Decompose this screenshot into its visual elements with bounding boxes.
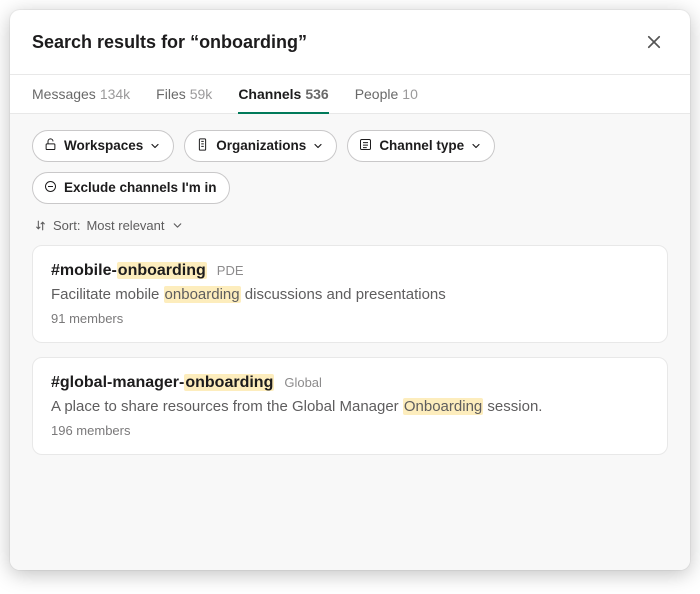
close-button[interactable] [640,28,668,56]
channel-description: A place to share resources from the Glob… [51,396,649,417]
tab-label: Files [156,86,186,102]
sort-dropdown[interactable]: Sort: Most relevant [34,218,666,233]
channel-members: 91 members [51,311,649,326]
channel-description: Facilitate mobile onboarding discussions… [51,284,649,305]
tab-files[interactable]: Files 59k [156,75,212,114]
tab-count: 59k [190,86,213,102]
channel-title-row: #global-manager-onboarding Global [51,374,649,392]
tab-count: 10 [402,86,418,102]
tab-label: People [355,86,399,102]
channel-members: 196 members [51,423,649,438]
tab-label: Channels [238,86,301,102]
filter-channel-type[interactable]: Channel type [347,130,495,162]
tab-count: 134k [100,86,130,102]
filter-label: Workspaces [64,139,143,153]
channel-suffix: Global [284,375,322,390]
filter-label: Exclude channels I'm in [64,181,217,195]
channel-name: #mobile-onboarding [51,262,207,280]
filter-label: Channel type [379,139,464,153]
channel-title-row: #mobile-onboarding PDE [51,262,649,280]
sort-value: Most relevant [86,218,164,233]
workspaces-icon [43,137,58,155]
filter-organizations[interactable]: Organizations [184,130,337,162]
chevron-down-icon [149,140,161,152]
channel-result[interactable]: #global-manager-onboarding Global A place … [32,357,668,455]
page-title: Search results for “onboarding” [32,32,307,53]
channel-name: #global-manager-onboarding [51,374,274,392]
chevron-down-icon [312,140,324,152]
filter-chips: Workspaces Organizations Channel type Exclu… [32,130,668,204]
tab-messages[interactable]: Messages 134k [32,75,130,114]
tab-channels[interactable]: Channels 536 [238,75,328,114]
sort-prefix: Sort: [53,218,80,233]
tab-label: Messages [32,86,96,102]
search-results-panel: Search results for “onboarding” Messages… [10,10,690,570]
close-icon [645,33,663,51]
search-header: Search results for “onboarding” [10,10,690,74]
channel-type-icon [358,137,373,155]
chevron-down-icon [171,219,184,232]
sort-icon [34,219,47,232]
filter-label: Organizations [216,139,306,153]
chevron-down-icon [470,140,482,152]
search-body: Workspaces Organizations Channel type Exclu… [10,114,690,570]
exclude-icon [43,179,58,197]
tab-people[interactable]: People 10 [355,75,418,114]
search-tabs: Messages 134k Files 59k Channels 536 People… [10,74,690,114]
tab-count: 536 [305,86,328,102]
results-list: #mobile-onboarding PDE Facilitate mobile o… [32,245,668,455]
organizations-icon [195,137,210,155]
channel-result[interactable]: #mobile-onboarding PDE Facilitate mobile o… [32,245,668,343]
channel-suffix: PDE [217,263,244,278]
filter-exclude-channels-i-m-in[interactable]: Exclude channels I'm in [32,172,230,204]
filter-workspaces[interactable]: Workspaces [32,130,174,162]
